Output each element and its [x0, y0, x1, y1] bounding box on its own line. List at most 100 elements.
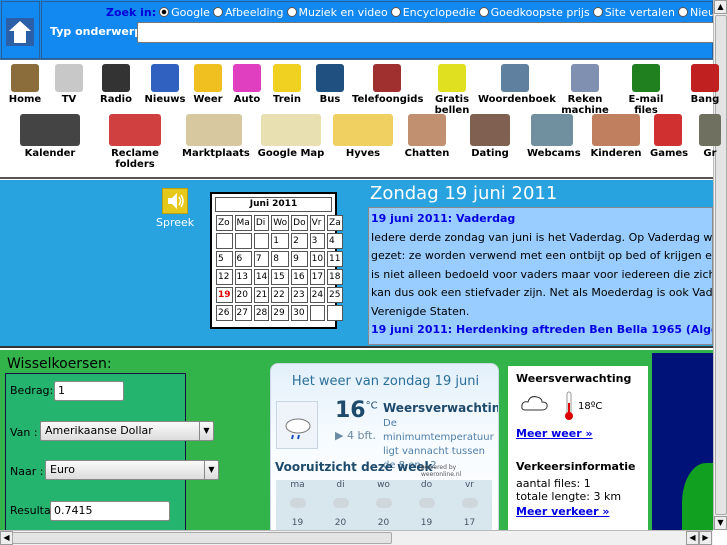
nav-item-gratis-bellen[interactable]: Gratis bellen [432, 64, 472, 116]
calendar-day[interactable]: 7 [253, 251, 270, 267]
calendar-day[interactable]: 3 [309, 233, 326, 249]
bus-icon[interactable] [316, 64, 344, 92]
nav-item-label[interactable]: Dating [466, 148, 514, 159]
calendar-day[interactable]: 10 [309, 251, 326, 267]
nav-item-label[interactable]: E-mail files [620, 94, 672, 116]
search-input[interactable] [137, 22, 717, 43]
radio-site-vertalen[interactable] [592, 7, 603, 17]
search-option-label[interactable]: Google [171, 6, 210, 19]
nav-item-label[interactable]: Chatten [404, 148, 450, 159]
hyves-icon[interactable] [333, 114, 393, 146]
bang-icon[interactable] [691, 64, 719, 92]
nav-item-home[interactable]: Home [2, 64, 48, 105]
calendar-day[interactable]: 19 [216, 287, 233, 303]
nav-item-label[interactable]: Home [2, 94, 48, 105]
calendar-day[interactable]: 4 [327, 233, 343, 249]
news-box[interactable]: 19 juni 2011: Vaderdag Iedere derde zonda… [368, 207, 713, 345]
search-option-label[interactable]: Site vertalen [605, 6, 675, 19]
webcams-icon[interactable] [531, 114, 573, 146]
scroll-down-button[interactable]: ▼ [714, 516, 727, 530]
scroll-right-button[interactable]: ▶ [699, 531, 712, 545]
calendar-day[interactable]: 2 [291, 233, 308, 249]
nav-item-auto[interactable]: Auto [228, 64, 266, 105]
nav-item-reken-machine[interactable]: Reken machine [560, 64, 610, 116]
dating-icon[interactable] [470, 114, 510, 146]
radio-muziek-en-video[interactable] [286, 7, 297, 17]
calendar-day[interactable]: 12 [216, 269, 233, 285]
woordenboek-icon[interactable] [501, 64, 529, 92]
nav-item-kalender[interactable]: Kalender [5, 114, 95, 159]
calendar-day[interactable]: 25 [327, 287, 343, 303]
calendar-day[interactable]: 23 [291, 287, 308, 303]
nav-item-label[interactable]: Reclame folders [105, 148, 165, 170]
bedrag-input[interactable]: 1 [54, 381, 124, 401]
marktplaats-icon[interactable] [186, 114, 242, 146]
nav-item-label[interactable]: Reken machine [560, 94, 610, 116]
reken-machine-icon[interactable] [571, 64, 599, 92]
calendar-day[interactable]: 9 [291, 251, 308, 267]
calendar-day[interactable]: 22 [271, 287, 290, 303]
nav-item-dating[interactable]: Dating [466, 114, 514, 159]
calendar-day[interactable]: 26 [216, 305, 233, 321]
van-select[interactable]: Amerikaanse Dollar ▼ [40, 421, 214, 441]
nav-item-e-mail-files[interactable]: E-mail files [620, 64, 672, 116]
search-option-label[interactable]: Goedkoopste prijs [491, 6, 590, 19]
news-heading[interactable]: 19 juni 2011: Vaderdag [371, 210, 710, 229]
auto-icon[interactable] [233, 64, 261, 92]
calendar-day[interactable]: 27 [234, 305, 252, 321]
calendar-day[interactable]: 1 [271, 233, 290, 249]
calendar-day[interactable]: 5 [216, 251, 233, 267]
powered-by[interactable]: powered by weeronline.nl [421, 464, 498, 478]
radio-nieuwsgroe[interactable] [677, 7, 688, 17]
gr-icon[interactable] [699, 114, 721, 146]
nav-item-google-map[interactable]: Google Map [256, 114, 326, 159]
calendar-day[interactable]: 13 [234, 269, 252, 285]
nav-item-label[interactable]: Bus [312, 94, 348, 105]
google-map-icon[interactable] [261, 114, 321, 146]
weer-icon[interactable] [194, 64, 222, 92]
nav-item-chatten[interactable]: Chatten [404, 114, 450, 159]
chatten-icon[interactable] [408, 114, 446, 146]
calendar-day[interactable]: 8 [271, 251, 290, 267]
calendar-day[interactable]: 11 [327, 251, 343, 267]
nav-item-trein[interactable]: Trein [268, 64, 306, 105]
radio-encyclopedie[interactable] [390, 7, 401, 17]
home-box[interactable] [1, 1, 40, 59]
calendar-day[interactable]: 24 [309, 287, 326, 303]
calendar-day[interactable]: 21 [253, 287, 270, 303]
tv-icon[interactable] [55, 64, 83, 92]
search-option-label[interactable]: Muziek en video [299, 6, 388, 19]
nav-item-woordenboek[interactable]: Woordenboek [478, 64, 556, 105]
nav-item-label[interactable]: Woordenboek [478, 94, 556, 105]
nav-item-telefoongids[interactable]: Telefoongids [352, 64, 423, 105]
calendar-day[interactable]: 20 [234, 287, 252, 303]
nav-item-nieuws[interactable]: Nieuws [144, 64, 186, 105]
e-mail-files-icon[interactable] [632, 64, 660, 92]
radio-icon[interactable] [102, 64, 130, 92]
calendar-day[interactable]: 14 [253, 269, 270, 285]
nav-item-label[interactable]: Telefoongids [352, 94, 423, 105]
nav-item-bus[interactable]: Bus [312, 64, 348, 105]
radio-afbeelding[interactable] [212, 7, 223, 17]
home-icon[interactable] [6, 18, 34, 46]
nav-item-label[interactable]: Hyves [328, 148, 398, 159]
scroll-left-button-2[interactable]: ◀ [686, 531, 699, 545]
nav-item-label[interactable]: Trein [268, 94, 306, 105]
radio-goedkoopste-prijs[interactable] [478, 7, 489, 17]
search-option-label[interactable]: Encyclopedie [403, 6, 476, 19]
nav-item-label[interactable]: Google Map [256, 148, 326, 159]
spreek-label[interactable]: Spreek [156, 216, 194, 229]
nav-item-label[interactable]: Weer [190, 94, 226, 105]
nav-item-radio[interactable]: Radio [92, 64, 140, 105]
calendar-day[interactable]: 6 [234, 251, 252, 267]
scroll-up-button[interactable]: ▲ [714, 0, 727, 14]
nav-item-weer[interactable]: Weer [190, 64, 226, 105]
calendar-day[interactable]: 30 [291, 305, 308, 321]
nav-item-label[interactable]: Webcams [527, 148, 581, 159]
nav-item-webcams[interactable]: Webcams [527, 114, 581, 159]
nav-item-marktplaats[interactable]: Marktplaats [182, 114, 250, 159]
meer-weer-link[interactable]: Meer weer » [516, 427, 640, 440]
nav-item-hyves[interactable]: Hyves [328, 114, 398, 159]
calendar-day[interactable]: 29 [271, 305, 290, 321]
search-option-label[interactable]: Afbeelding [225, 6, 284, 19]
